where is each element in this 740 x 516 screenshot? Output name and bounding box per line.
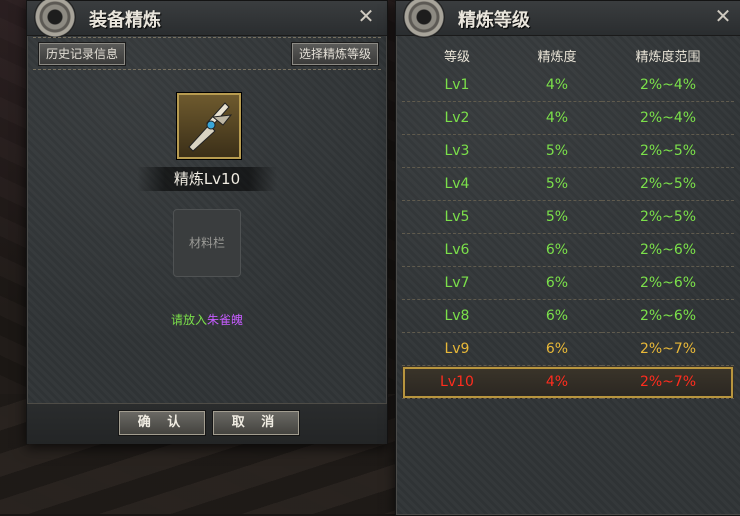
item-name: 精炼Lv10 [137,167,277,191]
level-level-cell: Lv8 [402,299,512,333]
close-icon[interactable]: ✕ [712,5,734,27]
cancel-button[interactable]: 取 消 [213,411,299,435]
level-range-cell: 2%~6% [602,299,734,333]
refine-title: 装备精炼 [89,10,161,31]
level-degree-cell: 6% [511,332,603,366]
equipment-refine-panel: 装备精炼 ✕ 历史记录信息 选择精炼等级 精炼Lv10 材料栏 请放入朱雀魄 确… [26,0,388,444]
level-range-cell: 2%~5% [602,167,734,201]
header-level: 等级 [443,49,470,65]
level-level-cell: Lv5 [402,200,512,234]
level-row[interactable]: Lv8 6% 2%~6% [402,299,734,333]
refine-titlebar: 装备精炼 ✕ [27,0,387,37]
level-row[interactable]: Lv6 6% 2%~6% [402,233,734,267]
level-level-cell: Lv6 [402,233,512,267]
level-row[interactable]: Lv10 4% 2%~7% [402,365,734,399]
level-level-cell: Lv4 [402,167,512,201]
weapon-item-icon [188,102,233,152]
level-level-cell: Lv1 [402,69,512,102]
level-level-cell: Lv7 [402,266,512,300]
level-row[interactable]: Lv5 5% 2%~5% [402,200,734,234]
confirm-button[interactable]: 确 认 [119,411,205,435]
level-range-cell: 2%~6% [602,266,734,300]
select-level-button[interactable]: 选择精炼等级 [292,43,379,65]
level-range-cell: 2%~7% [602,332,734,366]
level-range-cell: 2%~7% [602,365,734,399]
material-hint: 请放入朱雀魄 [27,311,387,328]
level-degree-cell: 6% [511,233,603,267]
divider [33,37,381,38]
refine-level-table: 等级 精炼度 精炼度范围 Lv1 4% 2%~4% Lv2 4% 2%~4% Lv3 5% 2%… [402,41,734,399]
history-button[interactable]: 历史记录信息 [39,43,126,65]
level-row[interactable]: Lv7 6% 2%~6% [402,266,734,300]
equipment-slot[interactable] [177,93,241,159]
hint-material: 朱雀魄 [207,313,244,327]
table-header: 等级 精炼度 精炼度范围 [402,41,734,69]
level-degree-cell: 6% [511,299,603,333]
level-row[interactable]: Lv2 4% 2%~4% [402,101,734,135]
header-range: 精炼度范围 [635,49,701,65]
hint-prefix: 请放入 [170,313,207,327]
close-icon[interactable]: ✕ [355,5,377,27]
button-bar [27,403,387,444]
level-row[interactable]: Lv4 5% 2%~5% [402,167,734,201]
material-slot[interactable]: 材料栏 [173,209,241,277]
level-degree-cell: 6% [511,266,603,300]
level-degree-cell: 5% [511,134,603,168]
level-degree-cell: 5% [511,200,603,234]
level-degree-cell: 5% [511,167,603,201]
level-range-cell: 2%~5% [602,134,734,168]
level-level-cell: Lv2 [402,101,512,135]
level-range-cell: 2%~6% [602,233,734,267]
divider [33,69,381,70]
level-range-cell: 2%~5% [602,200,734,234]
gear-icon [404,0,444,37]
header-degree: 精炼度 [537,49,577,65]
refine-level-panel: 精炼等级 ✕ 等级 精炼度 精炼度范围 Lv1 4% 2%~4% Lv2 4% 2%~4%… [395,0,740,516]
level-range-cell: 2%~4% [602,69,734,102]
level-range-cell: 2%~4% [602,101,734,135]
level-level-cell: Lv9 [402,332,512,366]
level-level-cell: Lv10 [402,365,512,399]
level-degree-cell: 4% [511,69,603,102]
level-row[interactable]: Lv3 5% 2%~5% [402,134,734,168]
level-title: 精炼等级 [458,10,530,31]
level-level-cell: Lv3 [402,134,512,168]
level-row[interactable]: Lv1 4% 2%~4% [402,69,734,102]
level-row[interactable]: Lv9 6% 2%~7% [402,332,734,366]
level-degree-cell: 4% [511,365,603,399]
gear-icon [35,0,75,37]
level-titlebar: 精炼等级 ✕ [396,0,740,37]
level-degree-cell: 4% [511,101,603,135]
